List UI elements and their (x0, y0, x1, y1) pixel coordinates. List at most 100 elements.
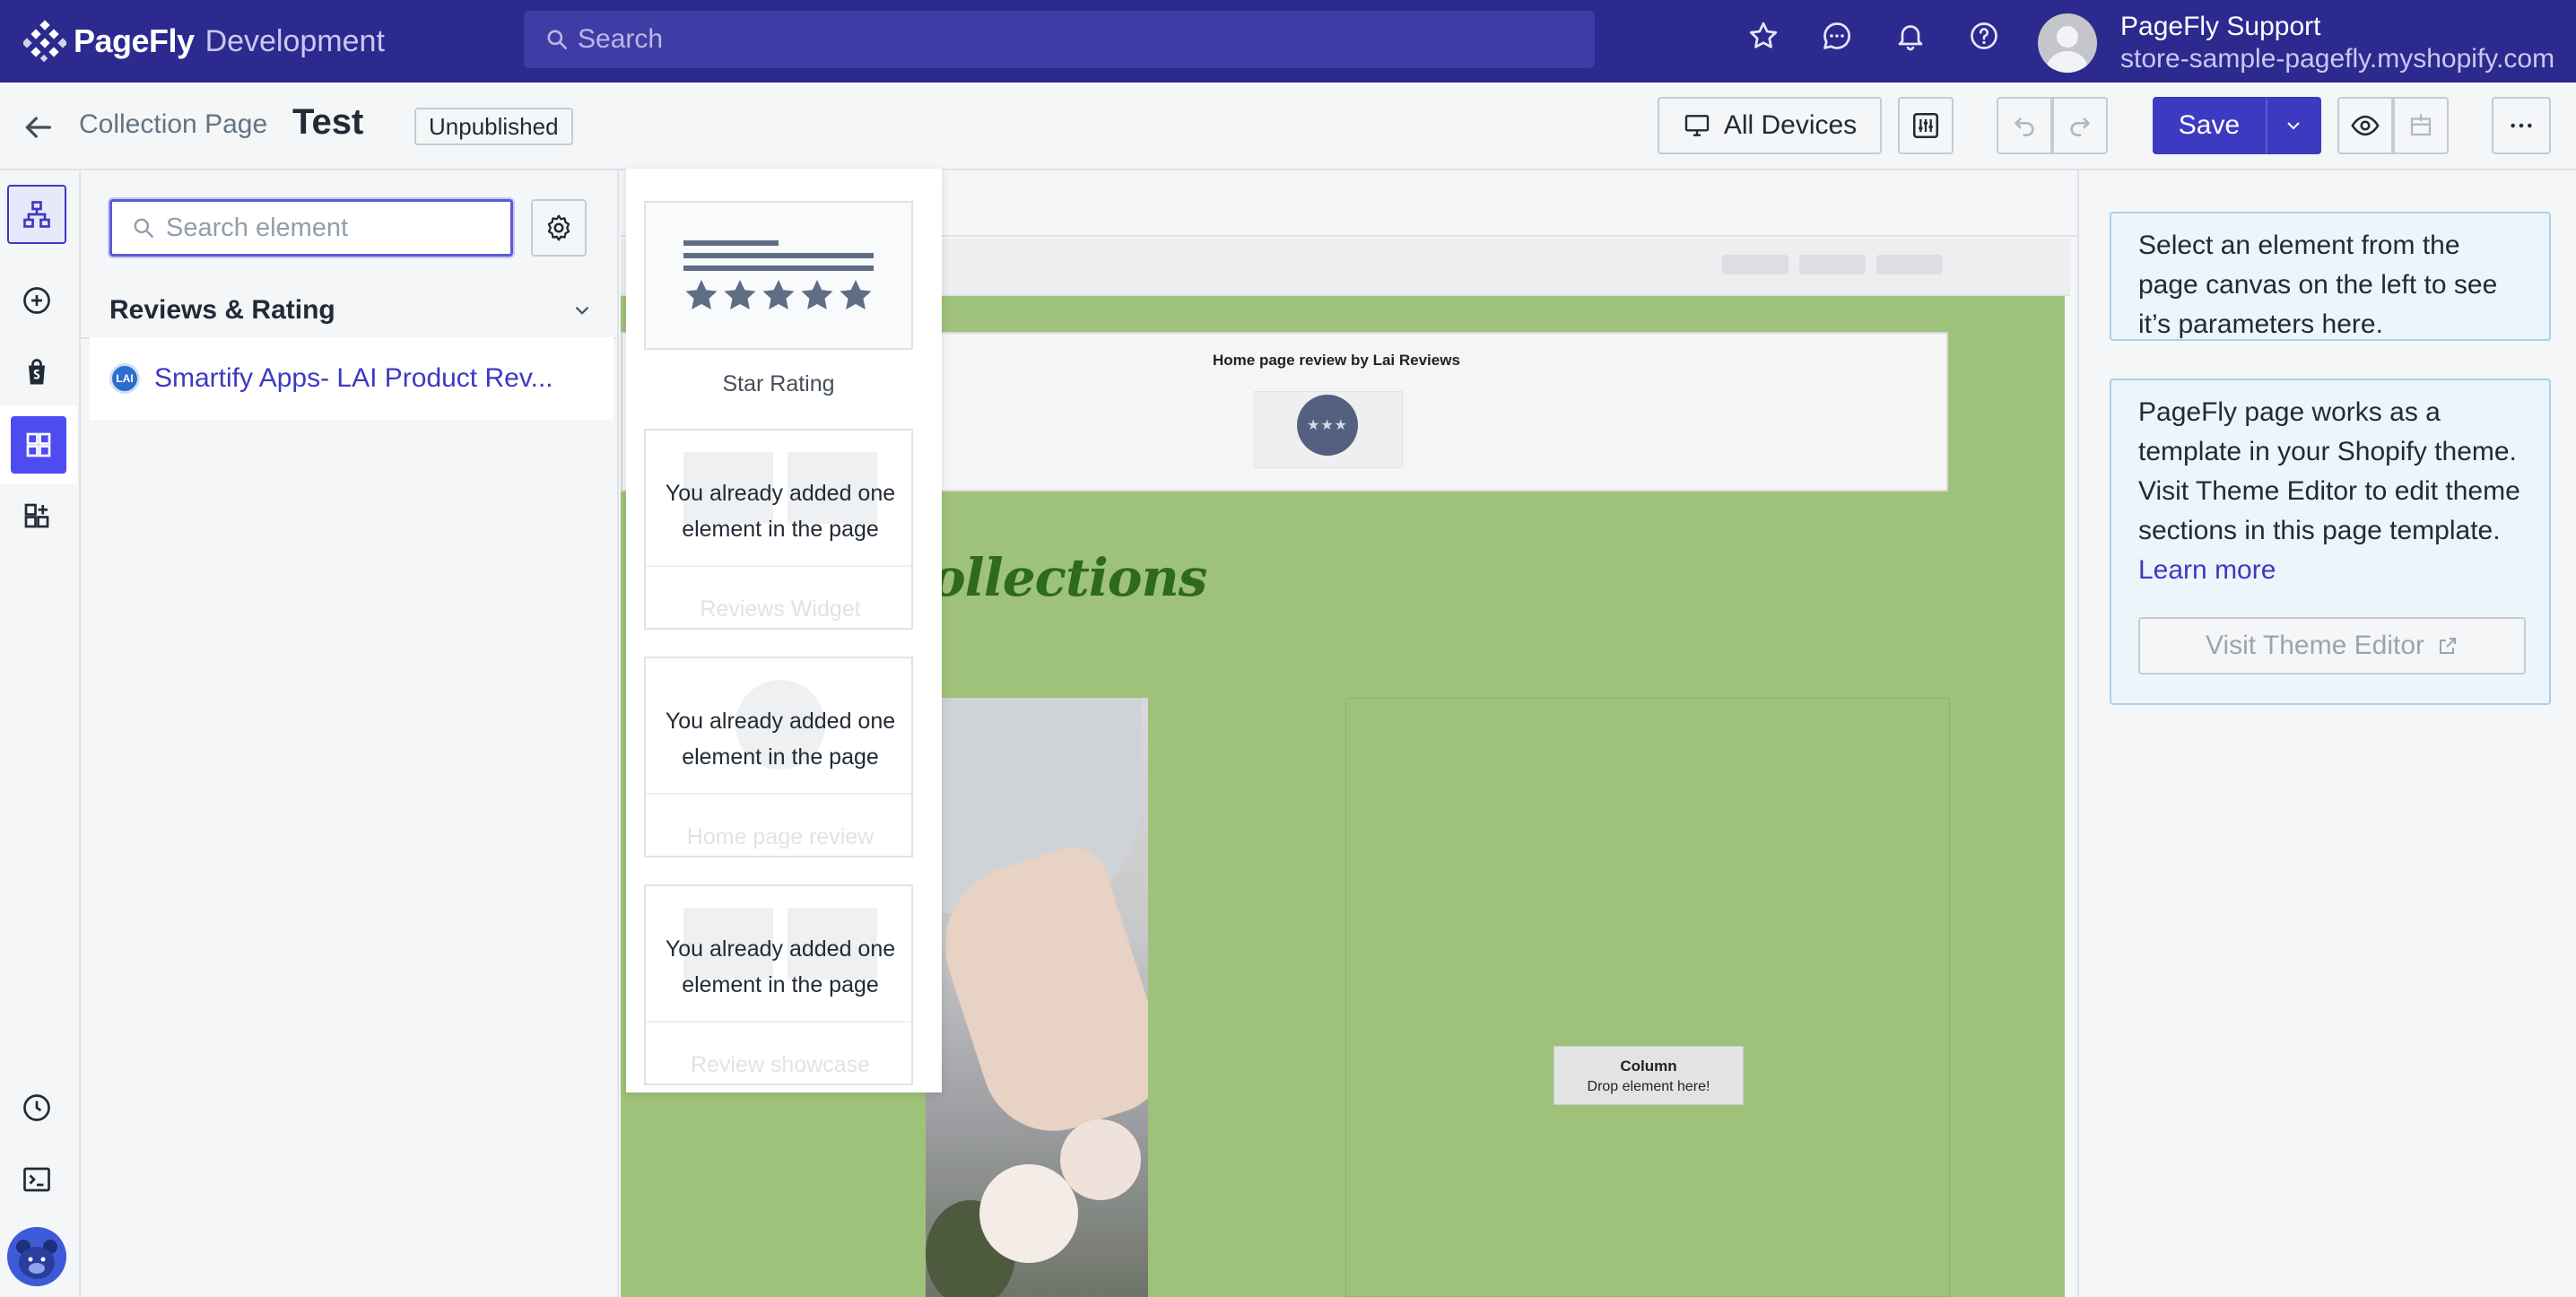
app-item-lai-reviews[interactable]: LAI Smartify Apps- LAI Product Rev... (90, 337, 614, 420)
inspector-hint-box: Select an element from the page canvas o… (2110, 212, 2551, 341)
learn-more-link[interactable]: Learn more (2138, 555, 2276, 585)
element-card-review-showcase: You already added one element in the pag… (644, 884, 913, 1085)
global-search-placeholder: Search (578, 24, 664, 54)
left-rail (0, 170, 81, 1297)
star-icon[interactable] (1747, 20, 1780, 52)
pagefly-logo-icon (23, 20, 66, 63)
card-label: Reviews Widget (700, 596, 861, 622)
template-info-box: PageFly page works as a template in your… (2110, 379, 2551, 705)
publish-icon (2410, 114, 2432, 136)
undo-button[interactable] (1997, 97, 2052, 154)
frame-placeholder (1799, 255, 1866, 274)
section-title: Reviews & Rating (109, 295, 335, 325)
element-card-star-rating[interactable]: Star Rating (644, 201, 913, 397)
save-button[interactable]: Save (2153, 97, 2266, 154)
terminal-icon (23, 1167, 50, 1192)
element-flyout: Star Rating You already added one elemen… (626, 169, 942, 1092)
brand-suffix: Development (205, 23, 385, 58)
mascot-avatar[interactable] (7, 1227, 66, 1286)
brand[interactable]: PageFly Development (23, 16, 385, 66)
bear-mascot-icon (16, 1240, 57, 1279)
column-hint: Drop element here! (1587, 1079, 1710, 1094)
column-placeholder[interactable]: Column Drop element here! (1553, 1046, 1744, 1105)
review-seal-icon: ★★★ (1297, 395, 1358, 456)
apps-add-icon (24, 503, 49, 528)
gear-icon (547, 214, 570, 241)
save-options-button[interactable] (2266, 97, 2321, 154)
desktop-icon (1684, 115, 1710, 136)
template-info-text: PageFly page works as a template in your… (2138, 397, 2520, 545)
settings-sliders-button[interactable] (1898, 97, 1954, 154)
frame-placeholder (1722, 255, 1788, 274)
sliders-icon (1912, 112, 1939, 139)
element-panel: Reviews & Rating LAI Smartify Apps- LAI … (81, 170, 619, 1297)
empty-column[interactable] (1345, 698, 1950, 1297)
store-domain: store-sample-pagefly.myshopify.com (2120, 44, 2555, 74)
undo-icon (2014, 118, 2034, 136)
divider (646, 1021, 911, 1023)
plus-circle-icon (23, 287, 50, 314)
column-label: Column (1620, 1058, 1677, 1075)
external-link-icon (2440, 638, 2456, 654)
collection-image[interactable] (926, 698, 1148, 1297)
element-search-field[interactable] (109, 199, 513, 257)
save-label: Save (2178, 110, 2241, 140)
publish-button[interactable] (2393, 97, 2449, 154)
clock-icon (23, 1094, 50, 1121)
review-title: Home page review by Lai Reviews (1213, 352, 1460, 369)
more-horizontal-icon (2511, 123, 2532, 128)
already-added-message: You already added one element in the pag… (665, 481, 896, 542)
elements-button[interactable] (11, 416, 66, 474)
card-label: Star Rating (722, 371, 835, 396)
layers-button[interactable] (7, 185, 66, 244)
divider (646, 565, 911, 567)
inspector-panel: Select an element from the page canvas o… (2077, 170, 2576, 1297)
divider (646, 793, 911, 795)
apps-button[interactable] (7, 486, 66, 545)
user-name: PageFly Support (2120, 12, 2321, 41)
chat-icon[interactable] (1821, 20, 1853, 52)
visit-theme-editor-button[interactable]: Visit Theme Editor (2138, 617, 2526, 675)
collections-heading[interactable]: ollections (931, 547, 1207, 608)
shopify-bag-icon (29, 359, 45, 385)
eye-icon (2351, 115, 2380, 136)
already-added-message: You already added one element in the pag… (665, 709, 896, 770)
preview-button[interactable] (2337, 97, 2393, 154)
add-element-button[interactable] (7, 271, 66, 330)
page-title[interactable]: Test (292, 102, 363, 143)
top-icon-group (1747, 20, 2000, 52)
shopify-button[interactable] (7, 343, 66, 402)
status-badge: Unpublished (414, 108, 573, 145)
star-rating-preview-icon (683, 240, 874, 309)
layers-icon (23, 201, 50, 228)
redo-button[interactable] (2052, 97, 2108, 154)
history-button[interactable] (7, 1078, 66, 1137)
help-icon[interactable] (1968, 20, 2000, 52)
already-added-message: You already added one element in the pag… (665, 936, 896, 997)
devices-button[interactable]: All Devices (1658, 97, 1882, 154)
element-card-reviews-widget: You already added one element in the pag… (644, 429, 913, 630)
chevron-down-icon (575, 306, 589, 315)
back-arrow-icon[interactable] (20, 109, 56, 145)
breadcrumb[interactable]: Collection Page (79, 109, 267, 140)
image-detail (1060, 1119, 1141, 1200)
inspector-hint: Select an element from the page canvas o… (2138, 231, 2498, 339)
devices-label: All Devices (1723, 110, 1858, 140)
bell-icon[interactable] (1894, 20, 1927, 52)
more-actions-button[interactable] (2492, 97, 2551, 154)
star-rating-thumbnail (644, 201, 913, 350)
user-menu[interactable]: PageFly Support store-sample-pagefly.mys… (2038, 11, 2554, 75)
global-search-input[interactable]: Search (524, 11, 1595, 68)
top-bar: PageFly Development Search PageFly Suppo… (0, 0, 2576, 83)
search-icon (547, 30, 568, 50)
lai-logo-icon: LAI (109, 363, 140, 394)
editor-toolbar: Collection Page Test Unpublished All Dev… (0, 83, 2576, 170)
element-search-input[interactable] (166, 213, 507, 243)
image-detail (979, 1164, 1078, 1263)
card-label: Review showcase (690, 1052, 871, 1077)
grid-icon (26, 432, 51, 457)
code-button[interactable] (7, 1150, 66, 1209)
section-header-reviews[interactable]: Reviews & Rating (109, 292, 594, 328)
frame-placeholder (1876, 255, 1943, 274)
panel-settings-button[interactable] (531, 199, 587, 257)
